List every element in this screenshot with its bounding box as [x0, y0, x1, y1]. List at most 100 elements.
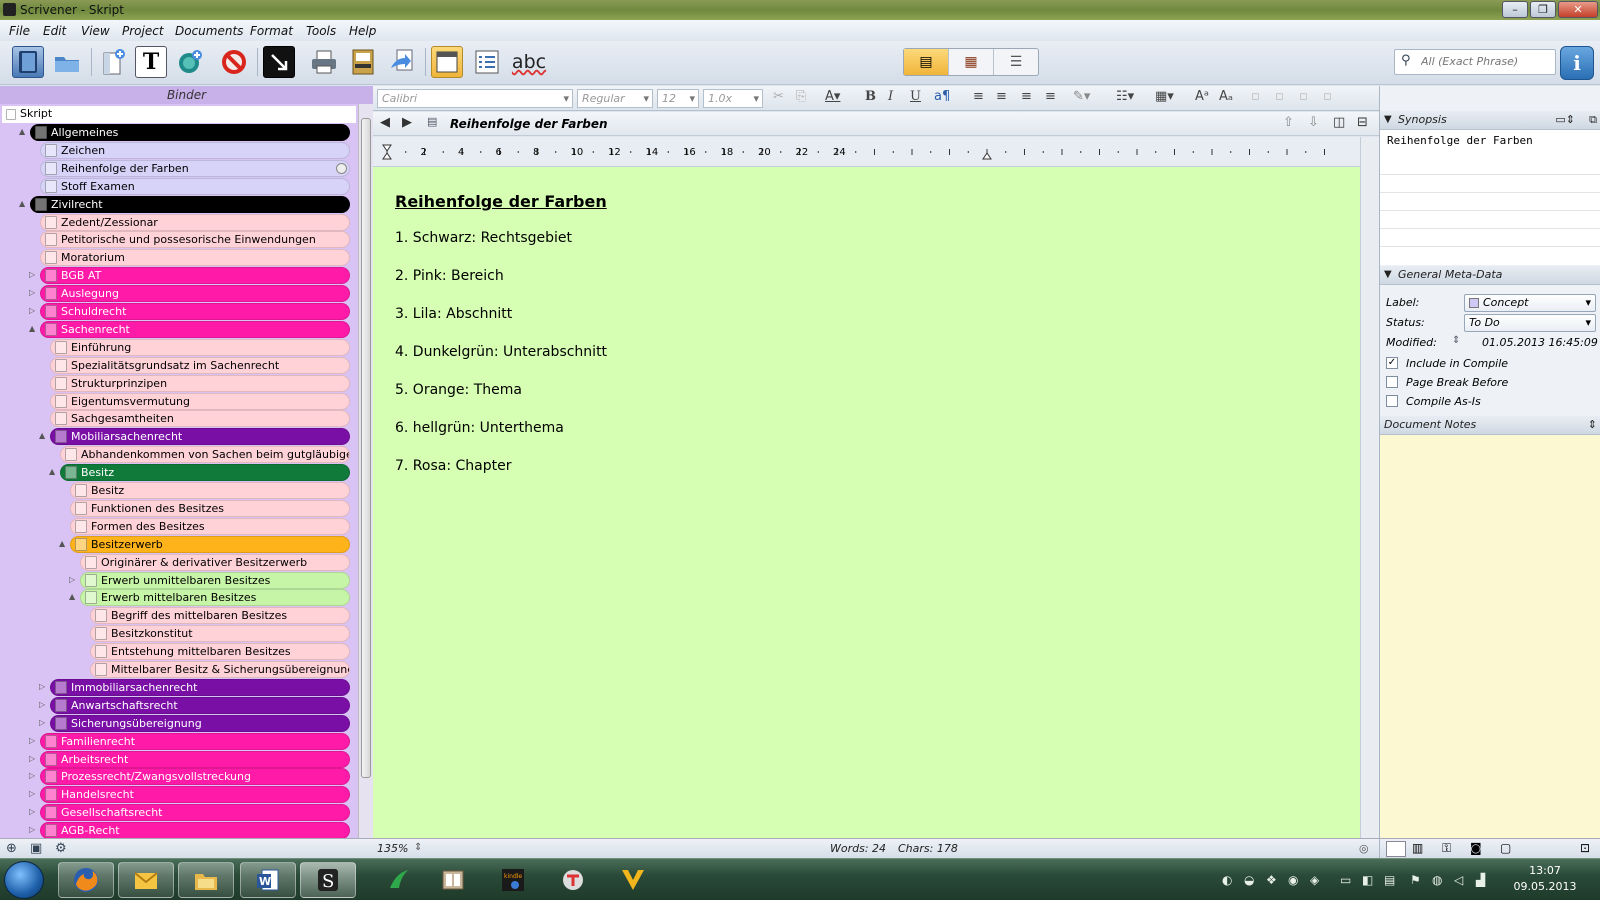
- binder-item[interactable]: Besitz: [70, 482, 350, 499]
- binder-item[interactable]: Funktionen des Besitzes: [70, 499, 350, 517]
- document-icon[interactable]: ▤: [427, 115, 437, 128]
- gear-icon[interactable]: ⚙: [55, 841, 67, 856]
- comment-icon[interactable]: ▫: [1299, 89, 1308, 104]
- align-center-icon[interactable]: ≡: [996, 89, 1007, 104]
- binder-item[interactable]: Handelsrecht: [40, 786, 350, 804]
- binder-item[interactable]: Allgemeines: [30, 124, 350, 141]
- annotation-icon[interactable]: ▫: [1275, 89, 1284, 104]
- list-icon[interactable]: ☷▾: [1116, 89, 1134, 104]
- add-item-icon[interactable]: ⊕: [6, 841, 17, 856]
- target-icon[interactable]: [174, 46, 206, 78]
- align-left-icon[interactable]: ≡: [973, 89, 984, 104]
- superscript-icon[interactable]: Aᵃ: [1195, 89, 1209, 104]
- document-notes-area[interactable]: [1380, 435, 1600, 838]
- text-icon[interactable]: T: [135, 46, 167, 78]
- notes-tab-icon[interactable]: [1386, 841, 1406, 857]
- binder-item[interactable]: Sicherungsübereignung: [50, 714, 350, 732]
- binder-item[interactable]: Entstehung mittelbaren Besitzes: [90, 643, 350, 661]
- binder-item[interactable]: Petitorische und possesorische Einwendun…: [40, 231, 350, 249]
- binder-item[interactable]: Zeichen: [40, 141, 350, 159]
- bold-icon[interactable]: B: [865, 89, 876, 104]
- align-justify-icon[interactable]: ≡: [1021, 89, 1032, 104]
- status-select[interactable]: To Do: [1464, 314, 1596, 332]
- forward-arrow-icon[interactable]: ▶: [402, 115, 412, 130]
- inspector-info-button[interactable]: i: [1560, 46, 1594, 80]
- tray-icon[interactable]: ◈: [1310, 873, 1319, 887]
- disclosure-triangle-icon[interactable]: ▷: [29, 789, 35, 798]
- disclosure-triangle-icon[interactable]: ▷: [29, 807, 35, 816]
- menu-tools[interactable]: Tools: [306, 24, 336, 38]
- search-input[interactable]: [1421, 55, 1551, 68]
- binder-item[interactable]: Moratorium: [40, 249, 350, 267]
- layout-icon[interactable]: [431, 46, 463, 78]
- minimize-button[interactable]: –: [1502, 1, 1528, 18]
- menu-help[interactable]: Help: [349, 24, 376, 38]
- binder-item[interactable]: Eigentumsvermutung: [50, 392, 350, 410]
- meta-data-header[interactable]: ▼ General Meta-Data: [1380, 266, 1600, 285]
- target-small-icon[interactable]: ◎: [1359, 842, 1369, 855]
- binder-item[interactable]: Sachgesamtheiten: [50, 410, 350, 428]
- synopsis-header[interactable]: ▼ Synopsis ▭⇕ ⧉: [1380, 111, 1600, 130]
- binder-item[interactable]: Abhandenkommen von Sachen beim gutgläubi…: [60, 446, 350, 464]
- export-icon[interactable]: [386, 46, 418, 78]
- word-taskbar-icon[interactable]: W: [240, 862, 296, 898]
- subscript-icon[interactable]: Aₐ: [1219, 89, 1233, 104]
- binder-item[interactable]: Besitzerwerb: [70, 535, 350, 553]
- scrivener-taskbar-icon[interactable]: S: [300, 862, 356, 898]
- disclosure-triangle-icon[interactable]: ▷: [69, 575, 75, 584]
- tray-icon[interactable]: ▤: [1384, 873, 1395, 887]
- disclosure-triangle-icon[interactable]: ▷: [29, 754, 35, 763]
- disclosure-triangle-icon[interactable]: ▷: [29, 306, 35, 315]
- tray-icon[interactable]: ◧: [1362, 873, 1373, 887]
- network-tray-icon[interactable]: ▟: [1476, 873, 1485, 887]
- binder-item[interactable]: Strukturprinzipen: [50, 374, 350, 392]
- tray-icon[interactable]: ◉: [1288, 873, 1298, 887]
- include-compile-checkbox[interactable]: ✓: [1386, 357, 1398, 369]
- binder-item[interactable]: Formen des Besitzes: [70, 517, 350, 535]
- tray-icon[interactable]: ◍: [1432, 873, 1442, 887]
- italic-icon[interactable]: I: [888, 89, 893, 104]
- disclosure-triangle-icon[interactable]: ▷: [39, 700, 45, 709]
- binder-icon[interactable]: [12, 46, 44, 78]
- binder-item[interactable]: Arbeitsrecht: [40, 750, 350, 768]
- binder-root-item[interactable]: Skript: [2, 106, 356, 123]
- font-size-select[interactable]: 12: [657, 89, 699, 108]
- disclosure-triangle-icon[interactable]: ▲: [39, 431, 45, 440]
- checklist-icon[interactable]: [471, 46, 503, 78]
- split-horizontal-icon[interactable]: ⊟: [1357, 115, 1368, 130]
- menu-view[interactable]: View: [81, 24, 110, 38]
- disclosure-triangle-icon[interactable]: ▷: [29, 825, 35, 834]
- binder-item[interactable]: Gesellschaftsrecht: [40, 804, 350, 822]
- binder-item[interactable]: Auslegung: [40, 285, 350, 303]
- disclosure-triangle-icon[interactable]: ▲: [19, 199, 25, 208]
- underline-icon[interactable]: U: [910, 89, 921, 104]
- scrivenings-mode-icon[interactable]: ▤: [904, 49, 949, 75]
- menu-format[interactable]: Format: [250, 24, 293, 38]
- reader-taskbar-icon[interactable]: [425, 862, 481, 898]
- back-arrow-icon[interactable]: ◀: [380, 115, 390, 130]
- add-doc-icon[interactable]: [97, 46, 129, 78]
- spell-check-button[interactable]: abc: [509, 46, 549, 78]
- search-box[interactable]: ⚲: [1394, 49, 1556, 75]
- flag-tray-icon[interactable]: ⚑: [1410, 873, 1421, 887]
- print-icon[interactable]: [308, 46, 340, 78]
- close-button[interactable]: ✕: [1558, 1, 1598, 18]
- binder-item[interactable]: Sachenrecht: [40, 320, 350, 338]
- binder-item[interactable]: Einführung: [50, 338, 350, 356]
- binder-item[interactable]: Zedent/Zessionar: [40, 213, 350, 231]
- binder-item[interactable]: BGB AT: [40, 267, 350, 285]
- firefox-taskbar-icon[interactable]: [58, 862, 114, 898]
- disclosure-triangle-icon[interactable]: ▲: [59, 539, 65, 548]
- disclosure-triangle-icon[interactable]: ▲: [19, 127, 25, 136]
- table-icon[interactable]: ▦▾: [1155, 89, 1174, 104]
- start-button[interactable]: [4, 861, 44, 899]
- modified-toggle-icon[interactable]: ⇕: [1452, 335, 1460, 346]
- menu-documents[interactable]: Documents: [175, 24, 243, 38]
- binder-item[interactable]: AGB-Recht: [40, 822, 350, 838]
- references-tab-icon[interactable]: ▥: [1412, 841, 1423, 855]
- disclosure-triangle-icon[interactable]: ▲: [29, 324, 35, 333]
- volume-tray-icon[interactable]: ◁: [1454, 873, 1463, 887]
- footnote-icon[interactable]: ▫: [1323, 89, 1332, 104]
- binder-item[interactable]: Anwartschaftsrecht: [50, 696, 350, 714]
- compile-as-is-checkbox[interactable]: [1386, 395, 1398, 407]
